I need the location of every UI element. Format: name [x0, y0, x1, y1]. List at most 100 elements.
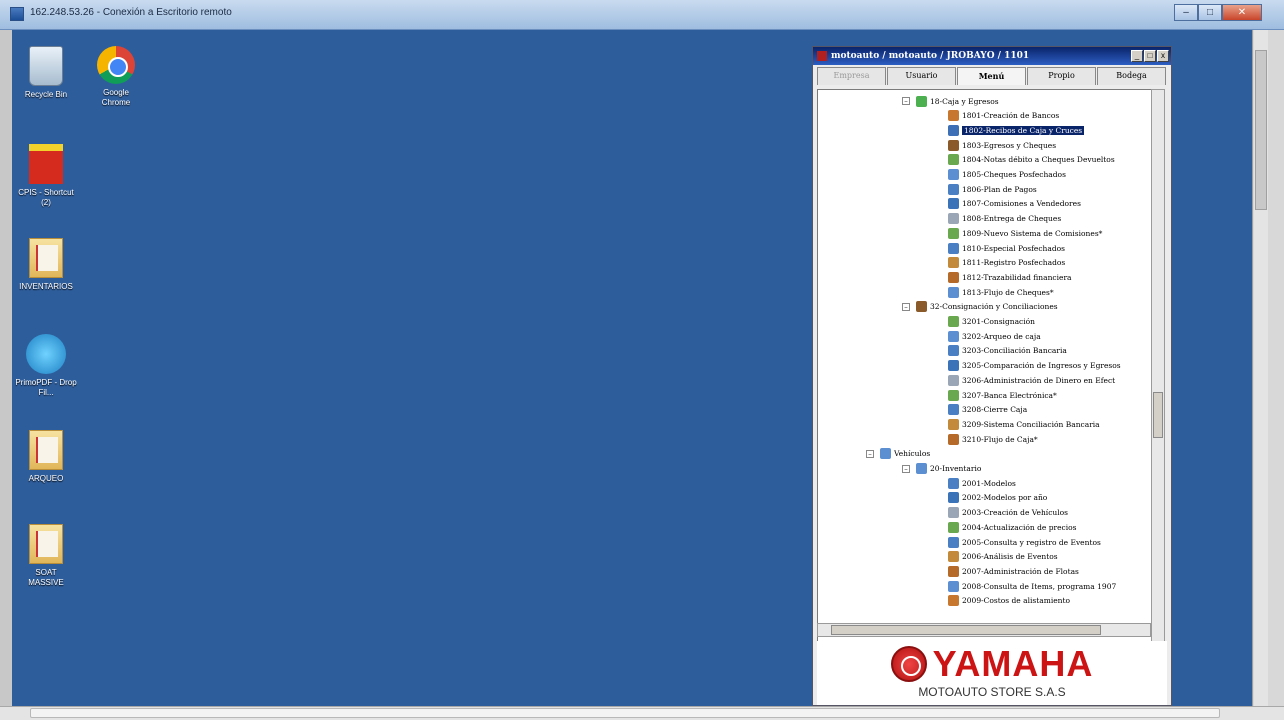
- tree-vertical-scrollbar[interactable]: [1151, 89, 1165, 657]
- desktop-icon-chrome[interactable]: Google Chrome: [84, 46, 148, 108]
- tree-item[interactable]: 1803-Egresos y Cheques: [948, 138, 1056, 152]
- tree-item[interactable]: 2007-Administración de Flotas: [948, 564, 1079, 578]
- tree-item[interactable]: 1811-Registro Posfechados: [948, 256, 1065, 270]
- yamaha-logo: YAMAHA: [817, 643, 1167, 685]
- tree-item-label: 2005-Consulta y registro de Eventos: [962, 537, 1101, 547]
- tree-item-icon: [948, 227, 959, 239]
- tree-item[interactable]: 1807-Comisiones a Vendedores: [948, 197, 1081, 211]
- close-button[interactable]: ✕: [1222, 4, 1262, 21]
- outer-vertical-scroll-thumb[interactable]: [1255, 50, 1267, 210]
- tree-item[interactable]: 3203-Conciliación Bancaria: [948, 344, 1067, 358]
- tree-item-icon: [948, 404, 959, 416]
- app-minimize-button[interactable]: _: [1131, 50, 1143, 62]
- tree-horizontal-scroll-thumb[interactable]: [831, 625, 1101, 635]
- tree-item-label: 1804-Notas débito a Cheques Devueltos: [962, 155, 1115, 165]
- tree-item-label: 1802-Recibos de Caja y Cruces: [960, 124, 1086, 136]
- tree-item[interactable]: 2008-Consulta de Items, programa 1907: [948, 579, 1116, 593]
- tab-usuario[interactable]: Usuario: [887, 67, 956, 85]
- desktop-icon-recycle-bin[interactable]: Recycle Bin: [14, 46, 78, 100]
- app-maximize-button[interactable]: □: [1144, 50, 1156, 62]
- tree-item[interactable]: 2004-Actualización de precios: [948, 520, 1077, 534]
- tree-item[interactable]: 1809-Nuevo Sistema de Comisiones*: [948, 226, 1102, 240]
- tree-item[interactable]: 1802-Recibos de Caja y Cruces: [948, 123, 1086, 137]
- tree-item[interactable]: 1804-Notas débito a Cheques Devueltos: [948, 153, 1115, 167]
- tree-item-label: 2004-Actualización de precios: [962, 522, 1077, 532]
- tree-item[interactable]: 2009-Costos de alistamiento: [948, 594, 1070, 608]
- tree-item-label: 1809-Nuevo Sistema de Comisiones*: [962, 228, 1103, 238]
- tree-item[interactable]: 3206-Administración de Dinero en Efect: [948, 373, 1115, 387]
- tree-item[interactable]: 1808-Entrega de Cheques: [948, 212, 1061, 226]
- tab-bodega[interactable]: Bodega: [1097, 67, 1166, 85]
- tree-item[interactable]: 3208-Cierre Caja: [948, 403, 1027, 417]
- maximize-button[interactable]: □: [1198, 4, 1222, 21]
- tree-item-icon: [948, 492, 959, 504]
- tree-item[interactable]: 2006-Análisis de Eventos: [948, 550, 1058, 564]
- tree-item[interactable]: 1813-Flujo de Cheques*: [948, 285, 1054, 299]
- tree-item[interactable]: 1810-Especial Posfechados: [948, 241, 1065, 255]
- desktop-icon-label: Recycle Bin: [24, 90, 68, 99]
- brand-banner: YAMAHA MOTOAUTO STORE S.A.S: [817, 641, 1167, 705]
- tree-group-node[interactable]: – 18-Caja y Egresos: [902, 94, 999, 108]
- tree-item-label: 20-Inventario: [930, 464, 982, 473]
- desktop-icon-cpis[interactable]: CPIS - Shortcut (2): [14, 144, 78, 208]
- tab-empresa[interactable]: Empresa: [817, 67, 886, 85]
- tree-item[interactable]: 1805-Cheques Posfechados: [948, 168, 1066, 182]
- tree-item[interactable]: 3201-Consignación: [948, 315, 1035, 329]
- yamaha-emblem-icon: [890, 646, 927, 682]
- outer-horizontal-scroll-thumb[interactable]: [30, 708, 1220, 718]
- collapse-toggle-icon[interactable]: –: [902, 302, 910, 311]
- tree-item-icon: [948, 242, 959, 254]
- tree-item-label: 3207-Banca Electrónica*: [962, 390, 1057, 400]
- tree-item[interactable]: 3209-Sistema Conciliación Bancaria: [948, 417, 1100, 431]
- tab-propio[interactable]: Propio: [1027, 67, 1096, 85]
- desktop-icon-primopdf[interactable]: PrimoPDF - Drop Fil...: [14, 334, 78, 398]
- app-close-button[interactable]: x: [1157, 50, 1169, 62]
- desktop-icon-soat-massive[interactable]: SOAT MASSIVE: [14, 524, 78, 588]
- tree-item-label: 1805-Cheques Posfechados: [962, 170, 1066, 179]
- tree-item-label: 1803-Egresos y Cheques: [962, 140, 1057, 150]
- tree-vertical-scroll-thumb[interactable]: [1153, 392, 1163, 438]
- tree-item-icon: [948, 389, 959, 401]
- left-border: [0, 30, 12, 706]
- tab-menu[interactable]: Menú: [957, 67, 1026, 85]
- tree-item-icon: [948, 286, 959, 298]
- tree-item-label: 2006-Análisis de Eventos: [962, 552, 1058, 562]
- tree-item-icon: [948, 169, 959, 180]
- tree-folder-icon: [880, 448, 891, 460]
- tree-item-label: 3201-Consignación: [962, 317, 1036, 326]
- rdp-window-title: 162.248.53.26 - Conexión a Escritorio re…: [30, 7, 232, 18]
- tree-folder-icon: [916, 301, 927, 313]
- tree-item-icon: [948, 374, 959, 386]
- motoauto-app-window: motoauto / motoauto / JROBAYO / 1101 _ □…: [812, 46, 1172, 706]
- cpis-shortcut-icon: [29, 144, 63, 184]
- tree-item-icon: [948, 139, 959, 151]
- tree-item[interactable]: 2002-Modelos por año: [948, 491, 1047, 505]
- tree-item[interactable]: 1806-Plan de Pagos: [948, 182, 1037, 196]
- tree-group-node[interactable]: – 32-Consignación y Conciliaciones: [902, 300, 1058, 314]
- desktop-icon-inventarios[interactable]: INVENTARIOS: [14, 238, 78, 292]
- tree-item[interactable]: 3202-Arqueo de caja: [948, 329, 1041, 343]
- tree-item[interactable]: 1801-Creación de Bancos: [948, 109, 1059, 123]
- tree-item[interactable]: 1812-Trazabilidad financiera: [948, 270, 1072, 284]
- minimize-button[interactable]: –: [1174, 4, 1198, 21]
- app-tabs: Empresa Usuario Menú Propio Bodega: [813, 67, 1171, 85]
- tree-group-node[interactable]: – 20-Inventario: [902, 462, 982, 476]
- desktop-icon-arqueo[interactable]: ARQUEO: [14, 430, 78, 484]
- collapse-toggle-icon[interactable]: –: [902, 464, 910, 473]
- desktop-icon-label: PrimoPDF - Drop Fil...: [15, 378, 77, 397]
- tree-item[interactable]: 2001-Modelos: [948, 476, 1016, 490]
- tree-item-label: 1801-Creación de Bancos: [962, 111, 1060, 121]
- tree-item-label: 2009-Costos de alistamiento: [962, 596, 1071, 606]
- tree-item[interactable]: 3207-Banca Electrónica*: [948, 388, 1057, 402]
- tree-item[interactable]: 3205-Comparación de Ingresos y Egresos: [948, 359, 1121, 373]
- tree-item[interactable]: 2005-Consulta y registro de Eventos: [948, 535, 1101, 549]
- collapse-toggle-icon[interactable]: –: [902, 97, 910, 105]
- collapse-toggle-icon[interactable]: –: [866, 449, 874, 458]
- tree-item-label: 3210-Flujo de Caja*: [962, 434, 1038, 444]
- tree-item-label: 3203-Conciliación Bancaria: [962, 346, 1067, 356]
- tree-item[interactable]: 3210-Flujo de Caja*: [948, 432, 1038, 446]
- tree-group-node[interactable]: – Vehículos: [866, 447, 930, 461]
- tree-item-icon: [948, 507, 959, 519]
- tree-item[interactable]: 2003-Creación de Vehículos: [948, 506, 1068, 520]
- remote-desktop-icon: [10, 7, 24, 21]
